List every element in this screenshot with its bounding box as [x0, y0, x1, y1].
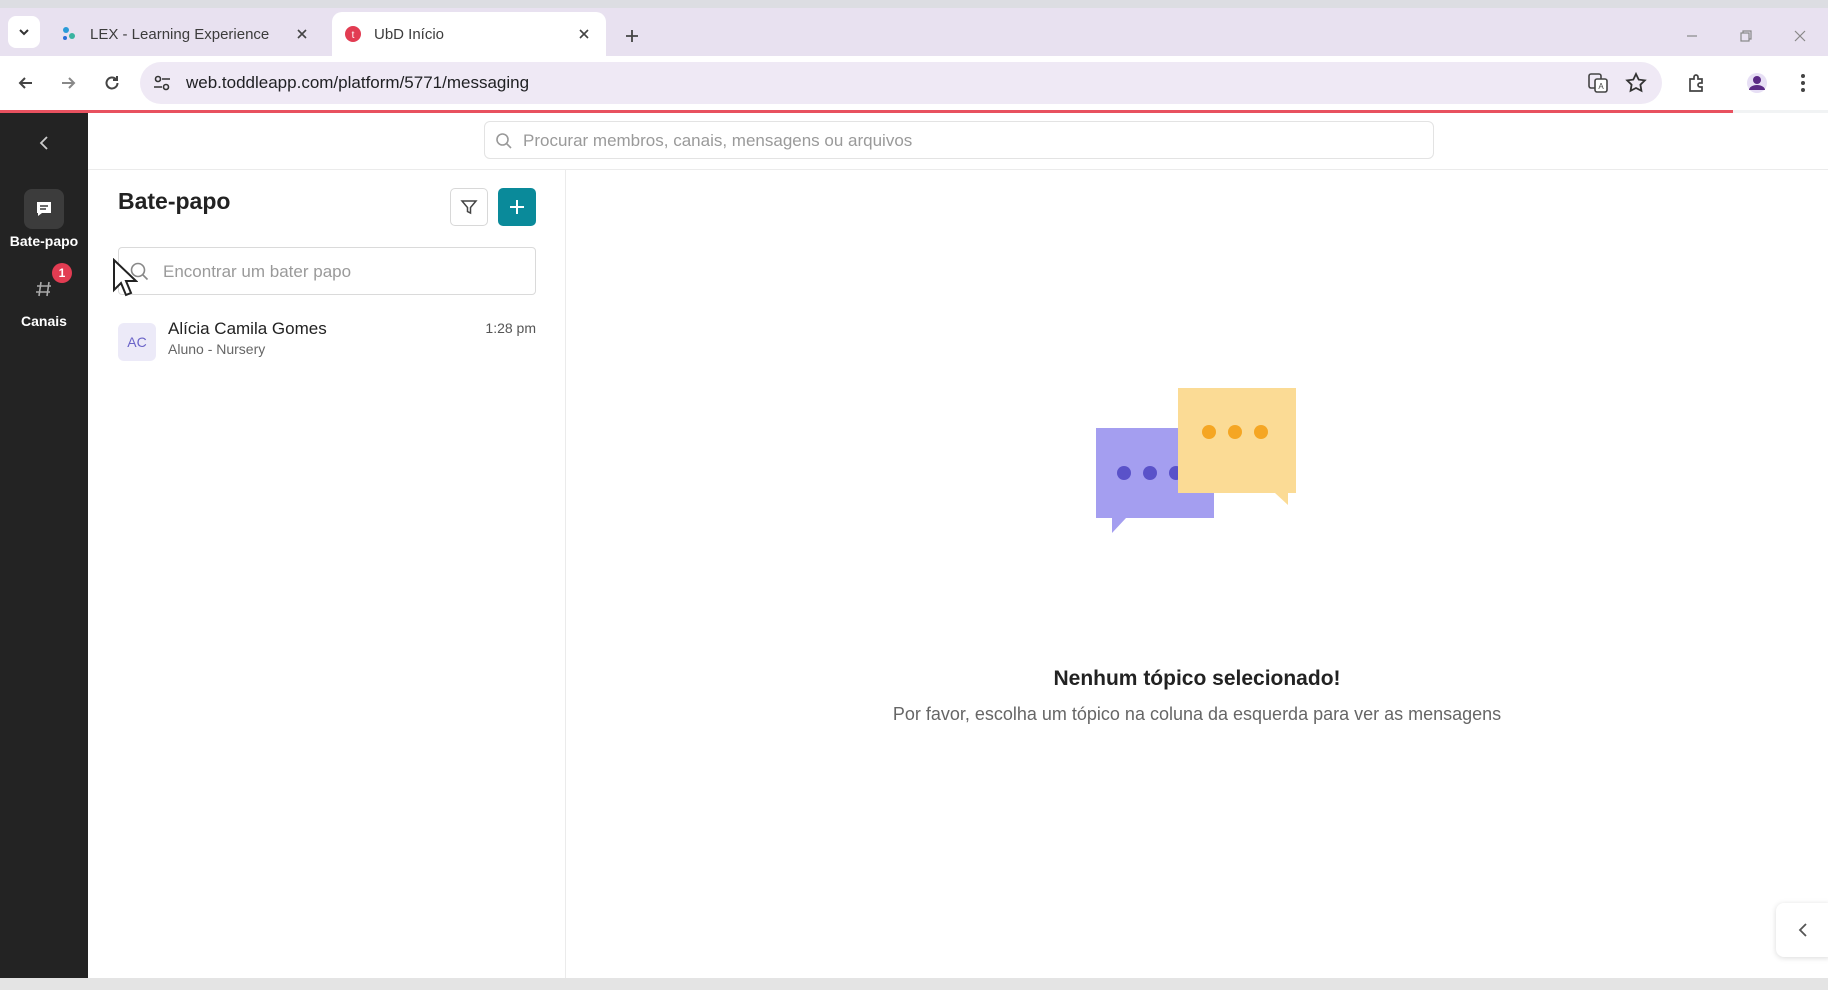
rail-item-chat[interactable]: Bate-papo	[0, 189, 88, 249]
close-tab-icon[interactable]	[574, 24, 594, 44]
chat-search[interactable]	[118, 247, 536, 296]
new-tab-button[interactable]	[618, 22, 646, 50]
empty-state: Nenhum tópico selecionado! Por favor, es…	[566, 170, 1828, 978]
global-search-input[interactable]	[521, 122, 1425, 160]
conversation-time: 1:28 pm	[485, 320, 536, 336]
chevron-left-icon	[1798, 923, 1807, 937]
panel-title: Bate-papo	[118, 188, 231, 214]
more-vertical-icon	[1801, 74, 1805, 92]
window-bottom-edge	[0, 978, 1828, 990]
filter-button[interactable]	[450, 188, 488, 226]
expand-side-panel-button[interactable]	[1776, 903, 1828, 957]
app-topbar	[88, 113, 1828, 170]
chat-search-input[interactable]	[161, 248, 525, 296]
restore-button[interactable]	[1732, 22, 1760, 50]
empty-state-title: Nenhum tópico selecionado!	[1053, 667, 1341, 690]
close-window-button[interactable]	[1786, 22, 1814, 50]
tab-ubd[interactable]: t UbD Início	[332, 12, 606, 56]
close-tab-icon[interactable]	[292, 24, 312, 44]
address-bar[interactable]: web.toddleapp.com/platform/5771/messagin…	[140, 62, 1662, 104]
reload-icon	[105, 76, 119, 90]
plus-icon	[626, 30, 638, 42]
chat-bubbles-illustration	[1096, 388, 1296, 533]
restore-icon	[1740, 30, 1752, 42]
minimize-icon	[1687, 35, 1697, 37]
tab-title: UbD Início	[374, 25, 445, 43]
lex-favicon-icon	[63, 27, 75, 40]
tab-title: LEX - Learning Experience	[90, 25, 270, 43]
rail-item-channels[interactable]: 1 Canais	[0, 263, 88, 329]
browser-menu-button[interactable]	[1786, 66, 1820, 100]
conversation-name: Alícia Camila Gomes	[168, 319, 327, 338]
avatar: AC	[118, 323, 156, 361]
tab-lex[interactable]: LEX - Learning Experience	[48, 12, 324, 56]
rail-item-label: Bate-papo	[9, 233, 79, 249]
tab-search-button[interactable]	[8, 16, 40, 48]
toddle-favicon-icon: t	[345, 26, 361, 42]
plus-icon	[510, 200, 524, 214]
translate-icon[interactable]: A	[1586, 71, 1610, 95]
browser-toolbar: web.toddleapp.com/platform/5771/messagin…	[0, 56, 1828, 110]
filter-icon	[460, 200, 478, 215]
unread-badge: 1	[52, 263, 72, 283]
bookmark-star-icon[interactable]	[1624, 71, 1648, 95]
svg-text:t: t	[352, 30, 355, 41]
minimize-button[interactable]	[1678, 22, 1706, 50]
empty-state-description: Por favor, escolha um tópico na coluna d…	[892, 704, 1502, 724]
puzzle-icon	[1689, 74, 1703, 92]
back-button[interactable]	[9, 66, 43, 100]
url-text: web.toddleapp.com/platform/5771/messagin…	[186, 73, 530, 92]
conversation-subtitle: Aluno - Nursery	[168, 341, 266, 357]
profile-button[interactable]	[1740, 66, 1774, 100]
chevron-down-icon	[19, 29, 29, 36]
arrow-left-icon	[18, 77, 32, 89]
browser-tabstrip: LEX - Learning Experience t UbD Início	[0, 0, 1828, 56]
close-icon	[1794, 30, 1806, 42]
chat-icon	[24, 189, 64, 229]
chat-list-panel: Bate-papo AC Alícia Camila Gomes Aluno -…	[88, 170, 566, 978]
arrow-right-icon	[62, 77, 76, 89]
conversation-item[interactable]: AC Alícia Camila Gomes Aluno - Nursery 1…	[118, 315, 538, 371]
rail-item-label: Canais	[21, 313, 67, 329]
search-icon	[496, 133, 512, 149]
new-chat-button[interactable]	[498, 188, 536, 226]
mouse-cursor-icon	[113, 258, 138, 297]
extensions-button[interactable]	[1680, 66, 1714, 100]
left-rail: Bate-papo 1 Canais	[0, 113, 88, 978]
hash-icon: 1	[24, 263, 72, 309]
chevron-left-icon	[39, 136, 48, 150]
collapse-rail-button[interactable]	[30, 129, 58, 157]
svg-text:A: A	[1598, 82, 1604, 91]
avatar-icon	[1747, 73, 1767, 93]
site-info-icon[interactable]	[152, 73, 172, 93]
toddle-app: Bate-papo 1 Canais Bate-papo AC	[0, 113, 1828, 978]
forward-button[interactable]	[51, 66, 85, 100]
global-search[interactable]	[484, 121, 1434, 160]
reload-button[interactable]	[95, 66, 129, 100]
